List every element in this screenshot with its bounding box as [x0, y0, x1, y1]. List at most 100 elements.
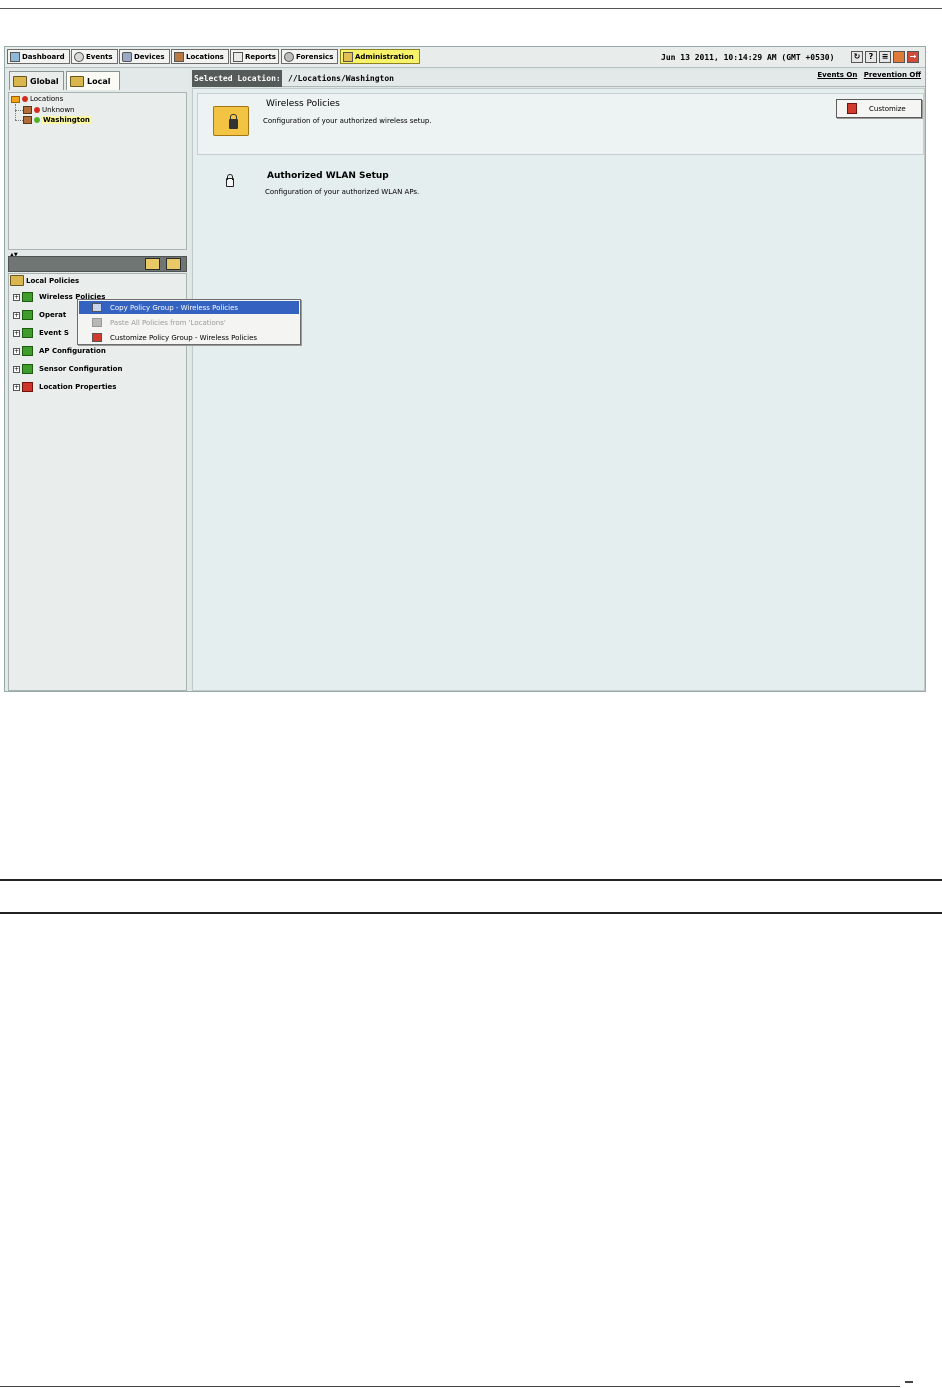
- policy-toolbar: [8, 256, 187, 272]
- section-title[interactable]: Wireless Policies: [266, 99, 340, 109]
- administration-icon: [343, 51, 353, 62]
- tab-global[interactable]: Global: [9, 71, 64, 90]
- help-icon[interactable]: ?: [865, 51, 877, 63]
- events-label: Events: [86, 52, 113, 61]
- tree-item-label: Local Policies: [26, 276, 80, 285]
- reports-button[interactable]: Reports: [230, 49, 279, 64]
- tree-connector: [15, 120, 23, 121]
- event-prevention-links: Events On Prevention Off: [813, 71, 921, 79]
- location-tree: Locations Unknown Washington: [8, 92, 187, 250]
- policy-icon: [22, 364, 33, 374]
- expand-icon[interactable]: +: [13, 365, 20, 373]
- prevention-off-link[interactable]: Prevention Off: [864, 71, 921, 79]
- dashboard-icon: [10, 51, 20, 62]
- exit-icon[interactable]: →: [907, 51, 919, 63]
- expand-icon[interactable]: +: [13, 311, 20, 319]
- tree-item-label: Unknown: [42, 106, 75, 114]
- tree-connector: [15, 110, 23, 111]
- refresh-icon[interactable]: ↻: [851, 51, 863, 63]
- customize-icon: [847, 103, 857, 114]
- datetime-display: Jun 13 2011, 10:14:29 AM (GMT +0530): [661, 53, 835, 62]
- expand-icon[interactable]: +: [13, 293, 20, 301]
- policy-icon: [22, 382, 33, 392]
- section-description: Configuration of your authorized WLAN AP…: [265, 188, 420, 196]
- reports-label: Reports: [245, 52, 276, 61]
- context-menu: Copy Policy Group - Wireless Policies Pa…: [77, 299, 301, 345]
- reports-icon: [233, 51, 243, 62]
- tree-item-operations[interactable]: + Operat: [13, 310, 66, 320]
- tree-item-location-properties[interactable]: + Location Properties: [13, 382, 116, 392]
- policy-icon: [22, 346, 33, 356]
- page-top-rule: [0, 8, 942, 9]
- menu-item-paste-all-policies[interactable]: Paste All Policies from 'Locations': [79, 316, 299, 329]
- tree-item-washington[interactable]: Washington: [23, 116, 91, 124]
- tree-item-sensor-configuration[interactable]: + Sensor Configuration: [13, 364, 122, 374]
- list-icon[interactable]: ≡: [879, 51, 891, 63]
- dashboard-button[interactable]: Dashboard: [7, 49, 70, 64]
- selected-location-label: Selected Location:: [192, 70, 282, 87]
- folder-icon: [11, 95, 20, 103]
- devices-icon: [122, 51, 132, 62]
- policy-icon: [22, 328, 33, 338]
- events-button[interactable]: Events: [71, 49, 118, 64]
- devices-label: Devices: [134, 52, 165, 61]
- shield-icon[interactable]: [893, 51, 905, 63]
- tree-item-ap-configuration[interactable]: + AP Configuration: [13, 346, 106, 356]
- administration-button[interactable]: Administration: [340, 49, 420, 64]
- page-rule: [0, 912, 942, 914]
- book-icon: [13, 75, 27, 87]
- expand-all-icon[interactable]: [145, 258, 160, 270]
- section-description: Configuration of your authorized wireles…: [263, 117, 432, 125]
- customize-icon: [92, 333, 102, 342]
- application-window: Dashboard Events Devices Locations Repor…: [4, 46, 926, 692]
- left-panel: Global Local Locations Unknown Washingto…: [6, 69, 190, 691]
- tab-local[interactable]: Local: [66, 71, 120, 90]
- devices-button[interactable]: Devices: [119, 49, 170, 64]
- locations-button[interactable]: Locations: [171, 49, 229, 64]
- tree-item-unknown[interactable]: Unknown: [23, 106, 75, 114]
- section-title[interactable]: Authorized WLAN Setup: [267, 171, 389, 181]
- locked-folder-icon: [213, 106, 249, 136]
- tree-item-label: Location Properties: [39, 383, 117, 391]
- tab-global-label: Global: [30, 76, 59, 86]
- expand-icon[interactable]: +: [13, 329, 20, 337]
- status-green-icon: [34, 117, 40, 123]
- paste-icon: [92, 318, 102, 327]
- menu-item-copy-policy-group[interactable]: Copy Policy Group - Wireless Policies: [79, 301, 299, 314]
- book-icon: [10, 275, 24, 286]
- collapse-all-icon[interactable]: [166, 258, 181, 270]
- main-toolbar: Dashboard Events Devices Locations Repor…: [5, 47, 925, 68]
- tree-item-locations[interactable]: Locations: [11, 95, 63, 103]
- customize-label: Customize: [869, 104, 906, 113]
- expand-icon[interactable]: +: [13, 383, 20, 391]
- wireless-policies-section: Wireless Policies Configuration of your …: [197, 93, 924, 155]
- policy-icon: [22, 292, 33, 302]
- menu-item-label: Customize Policy Group - Wireless Polici…: [110, 333, 258, 342]
- customize-button[interactable]: Customize: [836, 99, 922, 118]
- tab-local-label: Local: [87, 76, 111, 86]
- status-red-icon: [22, 96, 28, 102]
- tree-item-label: Sensor Configuration: [39, 365, 123, 373]
- page-number-mark: [905, 1381, 913, 1383]
- selected-location-bar: Selected Location: //Locations/Washingto…: [192, 70, 925, 87]
- forensics-button[interactable]: Forensics: [281, 49, 338, 64]
- tree-item-local-policies[interactable]: Local Policies: [10, 275, 79, 286]
- administration-label: Administration: [355, 52, 414, 61]
- tree-item-event-settings[interactable]: + Event S: [13, 328, 69, 338]
- page-footer-rule: [0, 1386, 900, 1387]
- menu-item-customize-policy-group[interactable]: Customize Policy Group - Wireless Polici…: [79, 331, 299, 344]
- policy-content: Wireless Policies Configuration of your …: [192, 88, 925, 691]
- tree-item-label: Washington: [42, 116, 91, 124]
- right-panel: Selected Location: //Locations/Washingto…: [192, 69, 925, 691]
- events-icon: [74, 51, 84, 62]
- lock-icon: [226, 174, 234, 187]
- scope-tabs: Global Local: [9, 71, 189, 90]
- book-icon: [70, 75, 84, 87]
- menu-item-label: Copy Policy Group - Wireless Policies: [110, 303, 239, 312]
- expand-icon[interactable]: +: [13, 347, 20, 355]
- policy-icon: [22, 310, 33, 320]
- status-red-icon: [34, 107, 40, 113]
- location-icon: [23, 106, 32, 114]
- events-on-link[interactable]: Events On: [817, 71, 857, 79]
- tree-item-label: AP Configuration: [39, 347, 106, 355]
